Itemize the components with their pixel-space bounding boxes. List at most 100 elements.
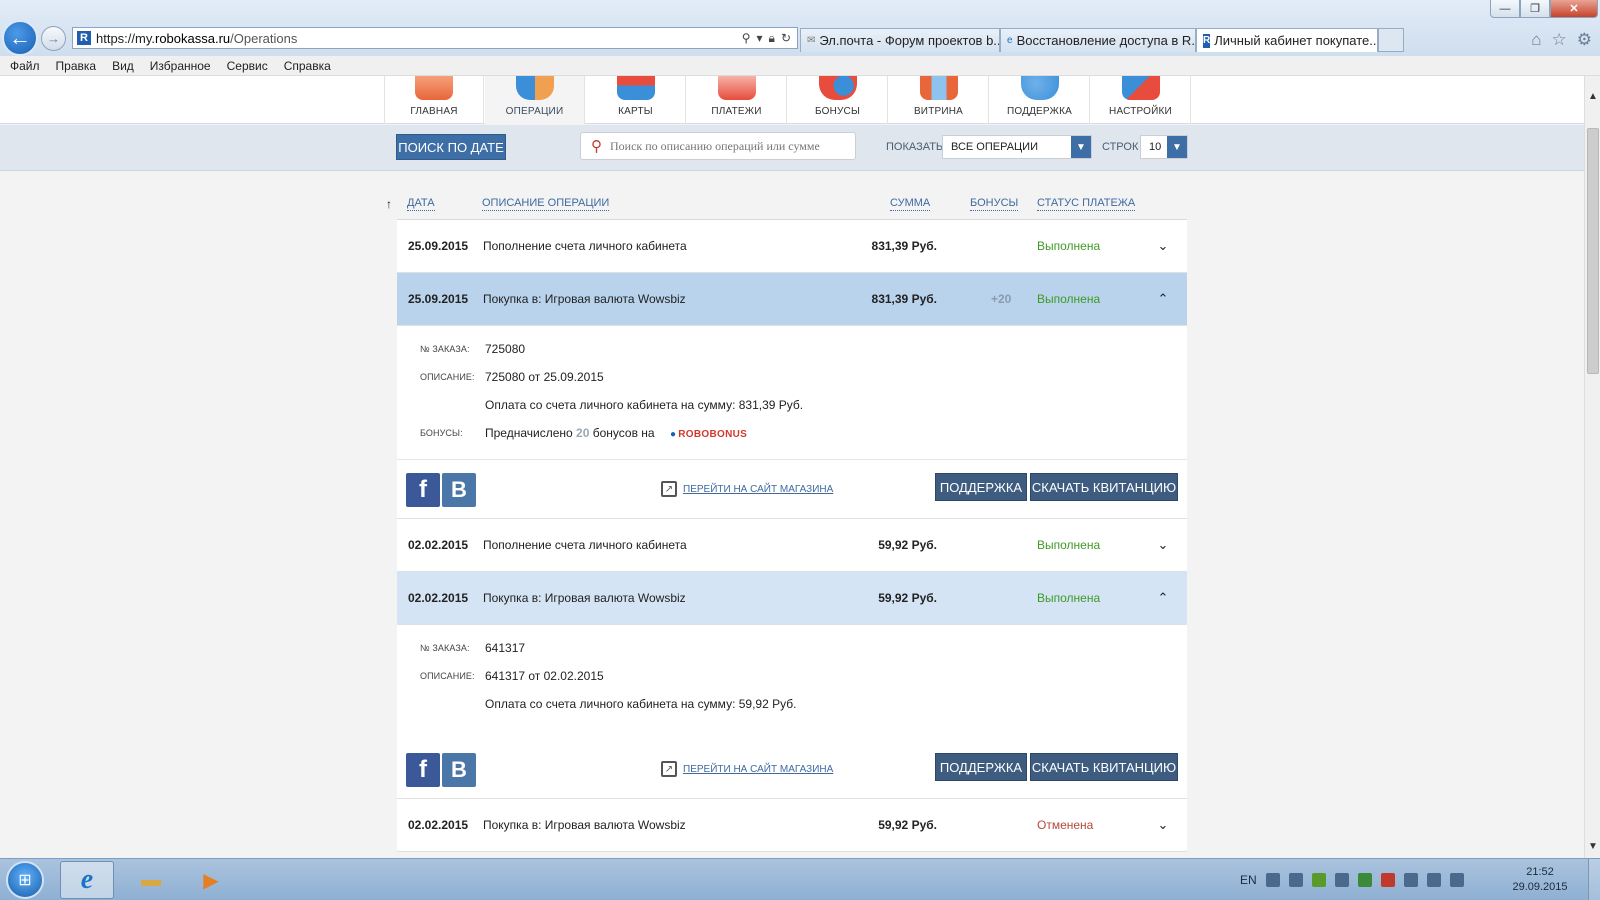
- download-receipt-button[interactable]: СКАЧАТЬ КВИТАНЦИЮ: [1030, 753, 1178, 781]
- favorites-star-icon[interactable]: ☆: [1552, 30, 1567, 50]
- volume-icon[interactable]: [1449, 873, 1464, 887]
- bonus-text: Предначислено 20 бонусов на ● ROBOBONUS: [485, 426, 747, 440]
- vk-share-button[interactable]: B: [442, 473, 476, 507]
- table-row-expanded[interactable]: 25.09.2015 Покупка в: Игровая валюта Wow…: [397, 273, 1187, 326]
- nav-payments[interactable]: ПЛАТЕЖИ: [687, 76, 787, 124]
- detail-actions: f B ↗ ПЕРЕЙТИ НА САЙТ МАГАЗИНА ПОДДЕРЖКА…: [397, 740, 1187, 798]
- row-date: 02.02.2015: [408, 591, 469, 605]
- forward-arrow-icon: →: [47, 31, 60, 46]
- table-row[interactable]: 02.02.2015 Покупка в: Игровая валюта Wow…: [397, 799, 1187, 852]
- windows-logo-icon: ⊞: [18, 872, 32, 889]
- chevron-down-icon[interactable]: ⌄: [1155, 519, 1171, 571]
- operations-filter-select[interactable]: ВСЕ ОПЕРАЦИИ ▼: [942, 135, 1092, 159]
- chevron-up-icon[interactable]: ⌃: [1155, 273, 1171, 325]
- row-description: Пополнение счета личного кабинета: [483, 538, 687, 552]
- scroll-up-icon[interactable]: ▲: [1585, 88, 1600, 104]
- row-description: Покупка в: Игровая валюта Wowsbiz: [483, 591, 686, 605]
- row-bonus: +20: [991, 292, 1012, 306]
- shop-link-text[interactable]: ПЕРЕЙТИ НА САЙТ МАГАЗИНА: [683, 764, 833, 775]
- menu-view[interactable]: Вид: [112, 59, 134, 73]
- chevron-down-icon[interactable]: ⌄: [1155, 220, 1171, 272]
- menu-favorites[interactable]: Избранное: [150, 59, 211, 73]
- dropdown-icon[interactable]: ▾: [757, 31, 763, 46]
- row-status: Отменена: [1037, 818, 1094, 832]
- shop-link[interactable]: ↗ ПЕРЕЙТИ НА САЙТ МАГАЗИНА: [661, 761, 833, 777]
- usb-device-icon[interactable]: [1403, 873, 1418, 887]
- search-by-date-button[interactable]: ПОИСК ПО ДАТЕ: [396, 134, 506, 160]
- taskbar-explorer[interactable]: ▬: [124, 861, 178, 899]
- vk-share-button[interactable]: B: [442, 753, 476, 787]
- system-clock[interactable]: 21:52 29.09.2015: [1500, 865, 1580, 895]
- nav-home[interactable]: ГЛАВНАЯ: [384, 76, 484, 124]
- search-input[interactable]: [610, 138, 850, 154]
- chevron-up-icon[interactable]: ⌃: [1155, 572, 1171, 624]
- minimize-button[interactable]: —: [1490, 0, 1520, 18]
- nav-showcase[interactable]: ВИТРИНА: [889, 76, 989, 124]
- table-row[interactable]: 02.02.2015 Пополнение счета личного каби…: [397, 519, 1187, 572]
- support-button[interactable]: ПОДДЕРЖКА: [935, 473, 1027, 501]
- lock-icon[interactable]: 🔒︎: [769, 31, 775, 46]
- rows-per-page-select[interactable]: 10 ▼: [1140, 135, 1188, 159]
- table-row-expanded[interactable]: 02.02.2015 Покупка в: Игровая валюта Wow…: [397, 572, 1187, 625]
- language-indicator[interactable]: EN: [1240, 873, 1257, 887]
- robobonus-brand: ROBOBONUS: [678, 429, 748, 440]
- signal-bars-icon[interactable]: [1426, 873, 1441, 887]
- scrollbar-thumb[interactable]: [1587, 128, 1599, 374]
- nav-cards[interactable]: КАРТЫ: [586, 76, 686, 124]
- operation-search[interactable]: ⚲: [580, 132, 856, 160]
- download-receipt-button[interactable]: СКАЧАТЬ КВИТАНЦИЮ: [1030, 473, 1178, 501]
- show-desktop-button[interactable]: [1588, 859, 1600, 900]
- nav-label: НАСТРОЙКИ: [1109, 106, 1172, 117]
- taskbar-media-player[interactable]: ▶: [184, 861, 238, 899]
- sort-up-icon: ↑: [386, 197, 392, 211]
- taskbar-ie[interactable]: e: [60, 861, 114, 899]
- nav-support[interactable]: ПОДДЕРЖКА: [990, 76, 1090, 124]
- tab-mail-forum[interactable]: ✉ Эл.почта - Форум проектов b...: [800, 28, 1000, 52]
- menu-tools[interactable]: Сервис: [227, 59, 268, 73]
- vk-icon: B: [451, 477, 467, 502]
- chevron-down-icon[interactable]: ⌄: [1155, 799, 1171, 851]
- browser-toolbar-icons: ⌂ ☆ ⚙: [1531, 30, 1592, 50]
- table-row[interactable]: 25.09.2015 Пополнение счета личного каби…: [397, 220, 1187, 273]
- tab-restore-access[interactable]: e Восстановление доступа в R...: [1000, 28, 1196, 52]
- home-icon[interactable]: ⌂: [1531, 30, 1541, 50]
- shop-link[interactable]: ↗ ПЕРЕЙТИ НА САЙТ МАГАЗИНА: [661, 481, 833, 497]
- nav-operations[interactable]: ОПЕРАЦИИ: [485, 76, 585, 124]
- support-button[interactable]: ПОДДЕРЖКА: [935, 753, 1027, 781]
- header-description[interactable]: ОПИСАНИЕ ОПЕРАЦИИ: [482, 197, 610, 211]
- tray-app-icon[interactable]: [1334, 873, 1349, 887]
- start-button[interactable]: ⊞: [6, 861, 44, 899]
- operations-table: ↑ ДАТА ОПИСАНИЕ ОПЕРАЦИИ СУММА БОНУСЫ СТ…: [386, 171, 1187, 852]
- refresh-icon[interactable]: ↻: [781, 31, 791, 46]
- settings-gear-icon[interactable]: ⚙: [1577, 30, 1592, 50]
- nav-bonuses[interactable]: БОНУСЫ: [788, 76, 888, 124]
- header-amount[interactable]: СУММА: [890, 197, 931, 211]
- search-icon[interactable]: ⚲: [742, 31, 751, 46]
- tab-personal-cabinet[interactable]: R Личный кабинет покупате... ✕: [1196, 28, 1378, 52]
- nvidia-icon[interactable]: [1311, 873, 1326, 887]
- menu-file[interactable]: Файл: [10, 59, 40, 73]
- facebook-share-button[interactable]: f: [406, 753, 440, 787]
- scroll-down-icon[interactable]: ▼: [1585, 838, 1600, 854]
- security-shield-icon[interactable]: [1357, 873, 1372, 887]
- menu-edit[interactable]: Правка: [56, 59, 97, 73]
- restore-button[interactable]: ❐: [1520, 0, 1550, 18]
- shop-link-text[interactable]: ПЕРЕЙТИ НА САЙТ МАГАЗИНА: [683, 484, 833, 495]
- flag-warning-icon[interactable]: [1380, 873, 1395, 887]
- monitor-icon[interactable]: [1265, 873, 1280, 887]
- header-bonuses[interactable]: БОНУСЫ: [970, 197, 1019, 211]
- close-window-button[interactable]: ✕: [1550, 0, 1598, 18]
- network-app-icon[interactable]: [1288, 873, 1303, 887]
- facebook-share-button[interactable]: f: [406, 473, 440, 507]
- back-button[interactable]: ←: [2, 20, 38, 56]
- address-bar[interactable]: R https://my.robokassa.ru/Operations ⚲ ▾…: [72, 27, 798, 49]
- nav-settings[interactable]: НАСТРОЙКИ: [1091, 76, 1191, 124]
- new-tab-button[interactable]: [1378, 28, 1404, 52]
- page-scrollbar[interactable]: ▲ ▼: [1584, 76, 1600, 858]
- menu-help[interactable]: Справка: [284, 59, 331, 73]
- detail-label: № ЗАКАЗА:: [420, 344, 470, 354]
- header-date[interactable]: ДАТА: [407, 197, 435, 211]
- header-status[interactable]: СТАТУС ПЛАТЕЖА: [1037, 197, 1136, 211]
- forward-button[interactable]: →: [41, 26, 66, 51]
- media-player-icon: ▶: [203, 869, 219, 892]
